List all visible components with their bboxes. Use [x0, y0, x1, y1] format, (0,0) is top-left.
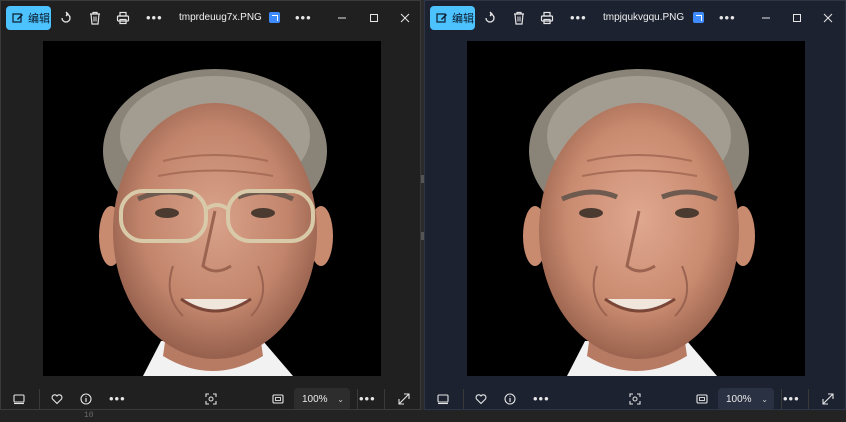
- trash-icon: [514, 11, 524, 25]
- more-zoom-button[interactable]: •••: [783, 391, 800, 406]
- zoom-value: 100%: [302, 393, 328, 405]
- zoom-dropdown[interactable]: 100% ⌄: [718, 388, 774, 409]
- separator: [39, 389, 40, 409]
- heart-icon: [51, 394, 63, 405]
- visual-search-button[interactable]: [203, 391, 219, 407]
- photos-window-left: 编辑 ••• tmprdeuug7x.PNG ••• ••• 100% ⌄ ••…: [0, 0, 421, 410]
- visual-search-button[interactable]: [627, 391, 643, 407]
- maximize-button[interactable]: [789, 10, 805, 26]
- more-icon: •••: [533, 391, 550, 406]
- separator: [808, 389, 809, 409]
- delete-button[interactable]: [510, 9, 528, 27]
- more-options-button[interactable]: •••: [295, 10, 312, 25]
- trash-icon: [90, 11, 100, 25]
- maximize-button[interactable]: [366, 10, 382, 26]
- portrait-image: [99, 69, 333, 376]
- edit-button-label: 编辑: [28, 13, 50, 25]
- image-canvas[interactable]: [43, 41, 381, 376]
- rotate-icon: [485, 11, 495, 23]
- chevron-down-icon: ⌄: [761, 394, 768, 404]
- maximize-icon: [370, 14, 378, 22]
- maximize-icon: [793, 14, 801, 22]
- more-button[interactable]: •••: [146, 10, 163, 25]
- zoom-value: 100%: [726, 393, 752, 405]
- zoom-dropdown[interactable]: 100% ⌄: [294, 388, 350, 409]
- more-button[interactable]: •••: [570, 10, 587, 25]
- info-icon: [80, 393, 92, 405]
- separator: [357, 389, 358, 409]
- photos-window-right: 编辑 ••• tmpjqukvgqu.PNG ••• ••• 100% ⌄ ••…: [424, 0, 846, 410]
- filmstrip-button[interactable]: [435, 391, 451, 407]
- title-bar: 编辑 ••• tmpjqukvgqu.PNG •••: [425, 1, 845, 35]
- heart-icon: [475, 394, 487, 405]
- more-icon: •••: [146, 10, 163, 25]
- delete-button[interactable]: [86, 9, 104, 27]
- print-icon: [540, 11, 554, 25]
- print-button[interactable]: [538, 9, 556, 27]
- edit-button[interactable]: 编辑: [430, 6, 475, 30]
- minimize-icon: [762, 17, 770, 19]
- filmstrip-icon: [437, 394, 449, 405]
- separator: [463, 389, 464, 409]
- more-icon: •••: [570, 10, 587, 25]
- visual-search-icon: [205, 393, 217, 405]
- title-bar: 编辑 ••• tmprdeuug7x.PNG •••: [1, 1, 420, 35]
- filmstrip-button[interactable]: [11, 391, 27, 407]
- edit-with-icon[interactable]: [269, 12, 280, 23]
- fit-window-button[interactable]: [694, 391, 710, 407]
- separator: [384, 389, 385, 409]
- info-button[interactable]: [78, 391, 94, 407]
- info-icon: [504, 393, 516, 405]
- visual-search-icon: [629, 393, 641, 405]
- edit-button-label: 编辑: [452, 13, 474, 25]
- favorite-button[interactable]: [49, 391, 65, 407]
- fit-window-button[interactable]: [270, 391, 286, 407]
- more-icon: •••: [719, 10, 736, 25]
- separator: [781, 389, 782, 409]
- background-line-number: 10: [84, 411, 94, 420]
- favorite-button[interactable]: [473, 391, 489, 407]
- more-bottom-button[interactable]: •••: [109, 391, 126, 406]
- close-button[interactable]: [820, 10, 836, 26]
- rotate-icon: [61, 11, 71, 23]
- fullscreen-button[interactable]: [396, 391, 412, 407]
- close-icon: [823, 13, 833, 23]
- portrait-image: [523, 69, 755, 376]
- file-name: tmprdeuug7x.PNG: [179, 12, 262, 23]
- more-icon: •••: [295, 10, 312, 25]
- edit-icon: [436, 13, 447, 23]
- background-editor-strip: 10: [0, 410, 846, 422]
- more-options-button[interactable]: •••: [719, 10, 736, 25]
- fullscreen-icon: [822, 393, 834, 405]
- bottom-bar: ••• 100% ⌄ •••: [1, 387, 420, 409]
- rotate-button[interactable]: [57, 9, 75, 27]
- close-icon: [400, 13, 410, 23]
- rotate-button[interactable]: [481, 9, 499, 27]
- bottom-bar: ••• 100% ⌄ •••: [425, 387, 845, 409]
- image-canvas[interactable]: [467, 41, 805, 376]
- minimize-button[interactable]: [334, 10, 350, 26]
- more-bottom-button[interactable]: •••: [533, 391, 550, 406]
- file-name: tmpjqukvgqu.PNG: [603, 12, 685, 23]
- fullscreen-button[interactable]: [820, 391, 836, 407]
- print-button[interactable]: [114, 9, 132, 27]
- minimize-button[interactable]: [758, 10, 774, 26]
- edit-icon: [12, 13, 23, 23]
- edit-with-icon[interactable]: [693, 12, 704, 23]
- fit-window-icon: [696, 394, 708, 404]
- info-button[interactable]: [502, 391, 518, 407]
- chevron-down-icon: ⌄: [337, 394, 344, 404]
- fit-window-icon: [272, 394, 284, 404]
- more-zoom-button[interactable]: •••: [359, 391, 376, 406]
- fullscreen-icon: [398, 393, 410, 405]
- more-icon: •••: [359, 391, 376, 406]
- print-icon: [116, 11, 130, 25]
- filmstrip-icon: [13, 394, 25, 405]
- more-icon: •••: [109, 391, 126, 406]
- close-button[interactable]: [397, 10, 413, 26]
- more-icon: •••: [783, 391, 800, 406]
- edit-button[interactable]: 编辑: [6, 6, 51, 30]
- minimize-icon: [338, 17, 346, 19]
